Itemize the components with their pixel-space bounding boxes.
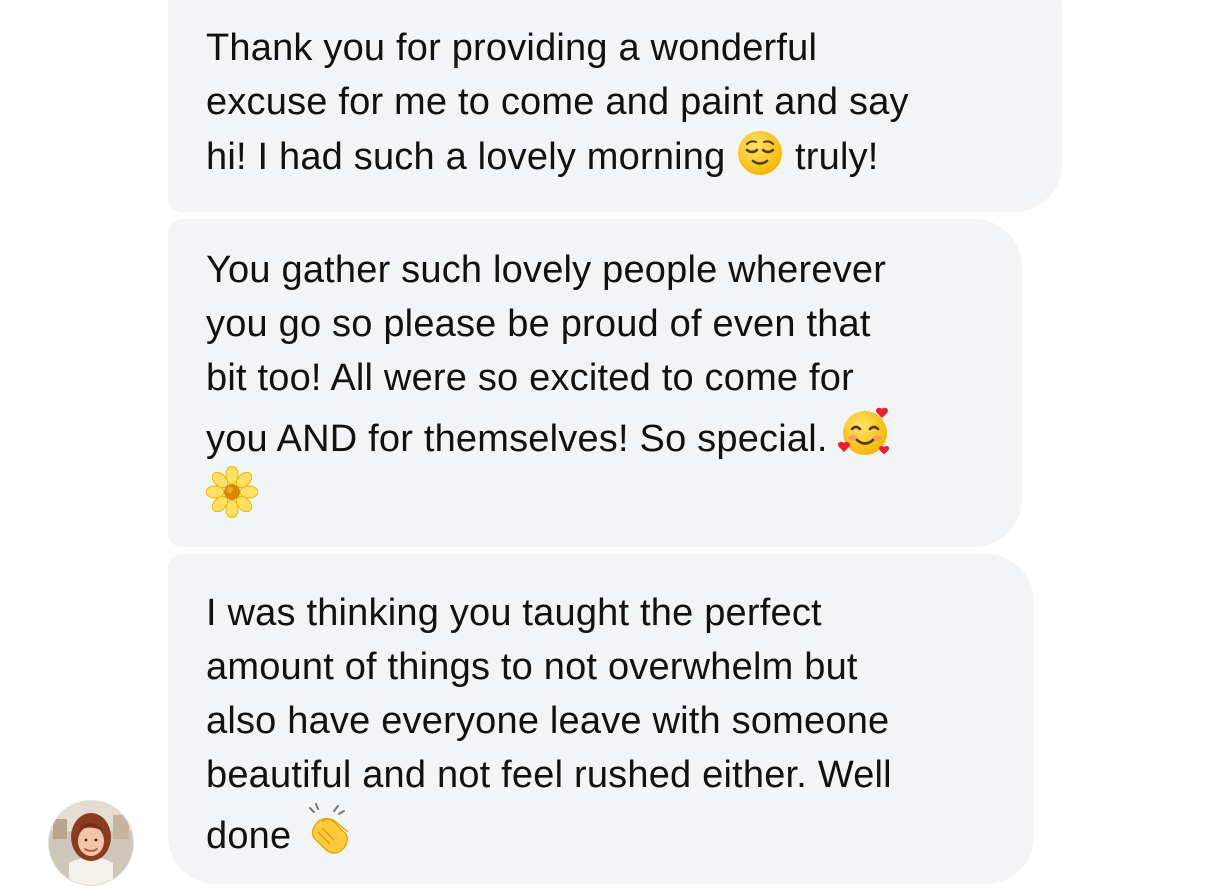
- clapping-hands-icon: [302, 802, 356, 856]
- message-3-line-2: amount of things to not overwhelm but: [206, 646, 858, 688]
- message-1-line-2: excuse for me to come and paint and say: [206, 81, 909, 123]
- message-1-line-3: hi! I had such a lovely morning truly!: [206, 129, 1024, 184]
- profile-photo-icon: [49, 801, 133, 885]
- message-bubble-3[interactable]: I was thinking you taught the perfect am…: [168, 554, 1034, 884]
- message-1-line-1: Thank you for providing a wonderful: [206, 27, 818, 69]
- blossom-icon: [206, 466, 258, 518]
- relieved-face-icon: [736, 129, 784, 177]
- message-3-line-4: beautiful and not feel rushed either. We…: [206, 754, 892, 796]
- avatar[interactable]: [48, 800, 134, 886]
- message-1-line-3-after: truly!: [784, 136, 879, 178]
- message-2-line-3: bit too! All were so excited to come for: [206, 357, 854, 399]
- message-3-line-5: done: [206, 802, 996, 863]
- message-2-line-4-text: you AND for themselves! So special.: [206, 418, 839, 460]
- message-thread: Thank you for providing a wonderful excu…: [0, 0, 1206, 896]
- message-bubble-1[interactable]: Thank you for providing a wonderful excu…: [168, 0, 1062, 212]
- message-1-line-3-text: hi! I had such a lovely morning: [206, 136, 737, 178]
- message-3-line-1: I was thinking you taught the perfect: [206, 592, 822, 634]
- smiling-face-with-hearts-icon: [838, 405, 892, 459]
- message-2-line-1: You gather such lovely people wherever: [206, 249, 887, 291]
- message-3-line-3: also have everyone leave with someone: [206, 700, 890, 742]
- message-bubble-2[interactable]: You gather such lovely people wherever y…: [168, 219, 1022, 547]
- message-2-line-5: [206, 466, 984, 525]
- message-2-line-4: you AND for themselves! So special.: [206, 405, 984, 466]
- message-2-line-2: you go so please be proud of even that: [206, 303, 871, 345]
- message-3-line-5-text: done: [206, 815, 303, 857]
